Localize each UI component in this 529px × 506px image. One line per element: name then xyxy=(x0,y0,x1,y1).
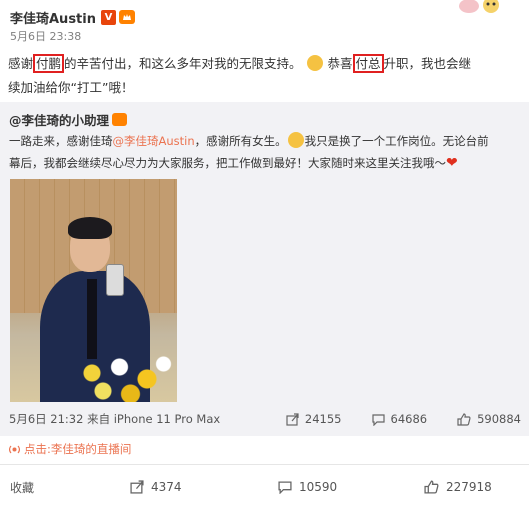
repost-author[interactable]: @李佳琦的小助理 xyxy=(9,110,128,129)
photo-tie xyxy=(87,279,97,359)
author-name[interactable]: 李佳琦Austin xyxy=(10,8,96,27)
mention-link[interactable]: @李佳琦Austin xyxy=(113,134,195,148)
share-count: 4374 xyxy=(151,480,182,494)
favorite-button[interactable]: 收藏 xyxy=(10,479,34,496)
like-button[interactable]: 227918 xyxy=(424,480,492,494)
post-text-line-1: 感谢 付鹏 的辛苦付出，和这么多年对我的无限支持。 恭喜 付总 升职，我也会继 xyxy=(8,52,522,76)
live-stream-icon xyxy=(9,445,20,453)
post-text-segment: 的辛苦付出，和这么多年对我的无限支持。 xyxy=(64,56,302,71)
repost-comment-button[interactable]: 64686 xyxy=(371,412,428,426)
post-time[interactable]: 5月6日 23:38 xyxy=(10,29,520,45)
repost-text-segment: 幕后，我都会继续尽心尽力为大家服务，把工作做到最好！大家随时来这里关注我哦～ xyxy=(9,156,446,170)
repost-stats: 24155 64686 590884 xyxy=(256,412,521,426)
share-button[interactable]: 4374 xyxy=(130,480,182,494)
post-text: 感谢 付鹏 的辛苦付出，和这么多年对我的无限支持。 恭喜 付总 升职，我也会继 续加油给… xyxy=(8,52,522,100)
vip-badge-icon xyxy=(112,113,128,126)
comment-icon xyxy=(278,481,292,494)
repost-text: 一路走来，感谢佳琦@李佳琦Austin，感谢所有女生。 我只是换了一个工作岗位。无… xyxy=(9,130,519,174)
repost-text-line-2: 幕后，我都会继续尽心尽力为大家服务，把工作做到最好！大家随时来这里关注我哦～❤ xyxy=(9,152,519,174)
repost-text-segment: 一路走来，感谢佳琦 xyxy=(9,134,113,148)
live-link[interactable]: 点击:李佳琦的直播间 xyxy=(9,441,131,457)
repost-footer: 5月6日 21:32 来自 iPhone 11 Pro Max 24155 64… xyxy=(9,410,521,428)
repost-share-count: 24155 xyxy=(304,412,342,426)
repost-author-name[interactable]: @李佳琦的小助理 xyxy=(9,110,109,129)
live-link-label[interactable]: 点击:李佳琦的直播间 xyxy=(24,441,131,457)
comment-button[interactable]: 10590 xyxy=(278,480,337,494)
repost-text-segment: ，感谢所有女生。 xyxy=(194,134,287,148)
repost-text-segment: 我只是换了一个工作岗位。无论台前 xyxy=(304,134,489,148)
vip-badge-icon xyxy=(118,10,135,24)
share-icon xyxy=(130,480,144,494)
verified-badge-icon: V xyxy=(100,9,116,25)
photo-hair xyxy=(68,217,112,239)
post-text-segment: 恭喜 xyxy=(327,56,353,71)
heart-icon: ❤ xyxy=(446,155,458,171)
divider xyxy=(0,464,529,465)
thumbs-up-icon xyxy=(457,412,471,426)
highlight-box-title: 付总 xyxy=(352,54,384,73)
comment-icon xyxy=(371,413,385,426)
comment-count: 10590 xyxy=(299,480,338,494)
post-text-segment: 升职，我也会继 xyxy=(383,56,472,71)
photo-phone xyxy=(106,264,124,296)
post-header: 李佳琦Austin V 5月6日 23:38 xyxy=(10,6,520,50)
repost-comment-count: 64686 xyxy=(390,412,428,426)
decorative-sticker-icon xyxy=(449,0,519,18)
photo-flowers xyxy=(70,349,177,402)
repost-meta[interactable]: 5月6日 21:32 来自 iPhone 11 Pro Max xyxy=(9,411,220,427)
like-count: 227918 xyxy=(446,480,492,494)
author-row: 李佳琦Austin V xyxy=(10,6,520,28)
repost-share-button[interactable]: 24155 xyxy=(286,412,342,426)
post-text-line-2: 续加油给你“打工”哦！ xyxy=(8,80,134,95)
repost-like-button[interactable]: 590884 xyxy=(457,412,521,426)
repost-text-line-1: 一路走来，感谢佳琦@李佳琦Austin，感谢所有女生。 我只是换了一个工作岗位。无… xyxy=(9,130,519,152)
highlight-box-name: 付鹏 xyxy=(33,54,65,73)
action-bar: 收藏 4374 10590 227918 xyxy=(0,472,529,502)
repost-like-count: 590884 xyxy=(477,412,521,426)
hug-emoji-icon xyxy=(287,132,304,148)
thumbs-up-icon xyxy=(424,480,439,494)
post-text-segment: 感谢 xyxy=(8,56,34,71)
repost-photo[interactable] xyxy=(10,179,177,402)
share-icon xyxy=(286,412,299,426)
favorite-label: 收藏 xyxy=(10,480,35,495)
hug-emoji-icon xyxy=(306,55,323,71)
repost-card[interactable]: @李佳琦的小助理 一路走来，感谢佳琦@李佳琦Austin，感谢所有女生。 我只是换… xyxy=(0,102,529,436)
